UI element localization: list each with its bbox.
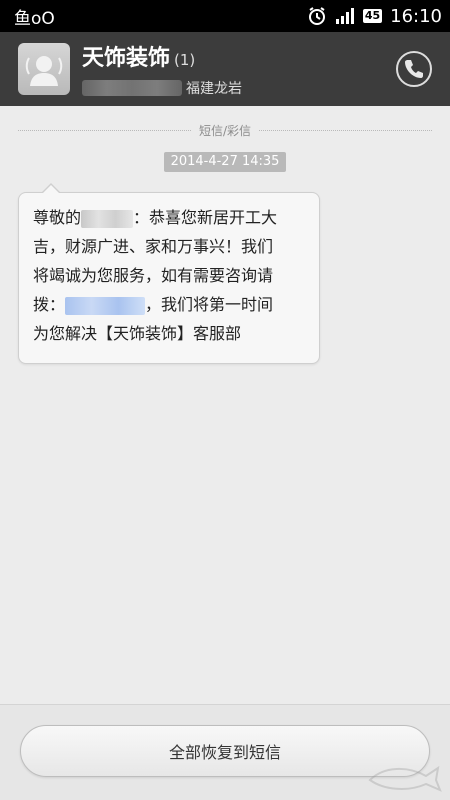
signal-icon <box>335 7 355 25</box>
message-line-4: 拨： ，我们将第一时间 <box>33 290 305 319</box>
alarm-icon <box>307 6 327 26</box>
contact-info: 天饰装饰 (1) 福建龙岩 <box>82 40 396 98</box>
carrier-label: 鱼oO <box>14 8 55 29</box>
message-timestamp: 2014-4-27 14:35 <box>164 152 286 172</box>
message-bubble[interactable]: 尊敬的 ：恭喜您新居开工大 吉，财源广进、家和万事兴！我们 将竭诚为您服务，如有需… <box>18 183 320 364</box>
message-text: 尊敬的 <box>33 208 82 227</box>
redacted-name <box>81 209 134 228</box>
phone-icon[interactable] <box>396 51 432 87</box>
status-icons: 45 16:10 <box>307 6 442 27</box>
message-line-1: 尊敬的 ：恭喜您新居开工大 <box>33 203 305 232</box>
message-line-3: 将竭诚为您服务，如有需要咨询请 <box>33 266 274 285</box>
message-line-2: 吉，财源广进、家和万事兴！我们 <box>33 237 274 256</box>
redacted-phone-link[interactable] <box>65 296 146 315</box>
status-bar: 鱼oO 45 16:10 <box>0 0 450 32</box>
message-text: 拨： <box>33 295 66 314</box>
clock: 16:10 <box>390 5 442 27</box>
avatar-icon[interactable] <box>18 43 70 95</box>
conversation-header: 天饰装饰 (1) 福建龙岩 <box>0 32 450 106</box>
battery-icon: 45 <box>362 9 383 23</box>
message-text: ，我们将第一时间 <box>145 295 274 314</box>
message-type-divider: 短信/彩信 <box>18 122 433 139</box>
redacted-phone-number <box>82 80 182 96</box>
bubble-tail-inner <box>42 185 60 194</box>
watermark-logo <box>368 765 442 792</box>
contact-location: 福建龙岩 <box>186 81 242 97</box>
divider-line-left <box>18 130 191 131</box>
message-count: (1) <box>174 51 196 69</box>
contact-name: 天饰装饰 <box>82 46 171 71</box>
footer-bar: 全部恢复到短信 <box>0 704 450 800</box>
message-thread[interactable]: 短信/彩信 2014-4-27 14:35 尊敬的 ：恭喜您新居开工大 吉，财源广… <box>0 106 450 700</box>
divider-line-right <box>259 130 433 131</box>
divider-label: 短信/彩信 <box>198 124 252 138</box>
message-line-5: 为您解决【天饰装饰】客服部 <box>33 324 242 343</box>
message-text: ：恭喜您新居开工大 <box>133 208 278 227</box>
